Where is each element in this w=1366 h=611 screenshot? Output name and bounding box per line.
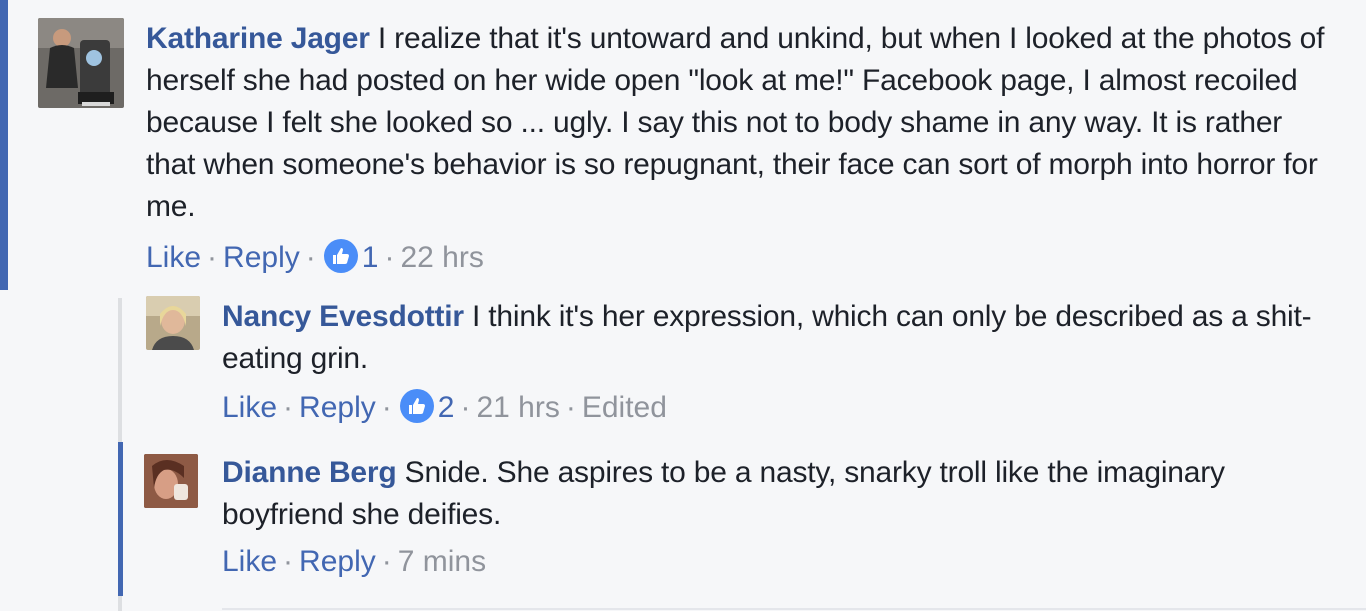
author-name[interactable]: Dianne Berg bbox=[222, 456, 397, 489]
timestamp[interactable]: 7 mins bbox=[398, 545, 486, 578]
like-link[interactable]: Like bbox=[222, 545, 277, 578]
reply-nancy: Nancy Evesdottir I think it's her expres… bbox=[0, 290, 1366, 440]
avatar-nancy[interactable] bbox=[146, 296, 200, 350]
comment-actions: Like · Reply · 1 · 22 hrs bbox=[146, 238, 484, 278]
reply-actions: Like · Reply · 2 · 21 hrs · Edited bbox=[222, 388, 667, 428]
avatar-katharine[interactable] bbox=[38, 18, 124, 108]
separator-dot: · bbox=[565, 391, 576, 424]
separator-dot: · bbox=[460, 391, 471, 424]
separator-dot: · bbox=[283, 545, 294, 578]
reply-link[interactable]: Reply bbox=[299, 391, 376, 424]
reply-body-dianne: Dianne Berg Snide. She aspires to be a n… bbox=[222, 452, 1322, 536]
like-link[interactable]: Like bbox=[146, 241, 201, 274]
avatar-dianne[interactable] bbox=[144, 454, 198, 508]
reply-actions: Like · Reply · 7 mins bbox=[222, 542, 486, 582]
timestamp[interactable]: 21 hrs bbox=[476, 391, 559, 424]
comment-body-katharine: Katharine Jager I realize that it's unto… bbox=[146, 18, 1326, 228]
reply-link[interactable]: Reply bbox=[223, 241, 300, 274]
separator-dot: · bbox=[381, 391, 392, 424]
like-link[interactable]: Like bbox=[222, 391, 277, 424]
separator-dot: · bbox=[381, 545, 392, 578]
separator-dot: · bbox=[207, 241, 218, 274]
separator-dot: · bbox=[384, 241, 395, 274]
separator-dot: · bbox=[283, 391, 294, 424]
author-name[interactable]: Nancy Evesdottir bbox=[222, 300, 464, 333]
thumbs-up-icon[interactable] bbox=[323, 239, 358, 273]
author-name[interactable]: Katharine Jager bbox=[146, 22, 370, 55]
reply-body-nancy: Nancy Evesdottir I think it's her expres… bbox=[222, 296, 1322, 380]
reaction-count[interactable]: 2 bbox=[438, 391, 455, 424]
reply-link[interactable]: Reply bbox=[299, 545, 376, 578]
separator-dot: · bbox=[305, 241, 316, 274]
timestamp[interactable]: 22 hrs bbox=[400, 241, 483, 274]
comment-katharine: Katharine Jager I realize that it's unto… bbox=[0, 0, 1366, 290]
reply-dianne: Dianne Berg Snide. She aspires to be a n… bbox=[0, 440, 1366, 600]
divider bbox=[222, 608, 1366, 610]
reaction-count[interactable]: 1 bbox=[362, 241, 379, 274]
edited-label[interactable]: Edited bbox=[582, 391, 667, 424]
thumbs-up-icon[interactable] bbox=[399, 389, 434, 423]
